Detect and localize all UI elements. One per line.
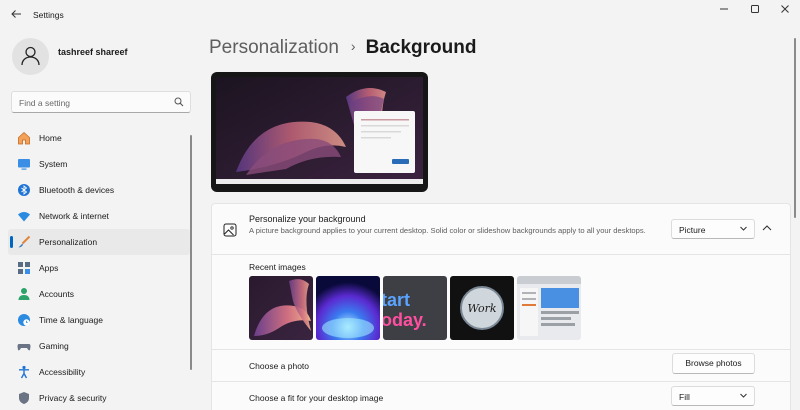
screenshot-image [517,276,581,340]
sidebar-item-time-language[interactable]: Time & language [8,307,190,333]
choose-photo-label: Choose a photo [249,361,310,371]
minimize-icon[interactable] [709,3,739,21]
blue-bloom-thumbnail[interactable] [316,276,380,340]
work-circle-thumbnail[interactable]: Work [450,276,514,340]
sidebar-item-network[interactable]: Network & internet [8,203,190,229]
image-icon [223,223,237,237]
sidebar-item-label: Privacy & security [39,393,107,403]
avatar[interactable] [12,38,49,75]
breadcrumb-parent[interactable]: Personalization [209,37,339,58]
card-description: A picture background applies to your cur… [249,226,646,235]
sidebar-item-accessibility[interactable]: Accessibility [8,359,190,385]
search-placeholder: Find a setting [19,98,71,108]
dropdown-value: Fill [679,392,690,402]
preview-window [354,111,415,173]
home-icon [18,131,30,145]
sidebar-item-system[interactable]: System [8,151,190,177]
sidebar-item-label: Accessibility [39,367,86,377]
sidebar-item-label: Time & language [39,315,103,325]
accessibility-icon [19,365,29,379]
search-input[interactable]: Find a setting [11,91,191,113]
card-title: Personalize your background [249,214,366,224]
bloom-dark-thumbnail[interactable] [249,276,313,340]
blue-bloom-image [316,276,380,340]
globe-clock-icon [18,314,30,326]
thumbnail-text: Work [467,302,496,315]
back-arrow-icon[interactable] [8,8,24,24]
chevron-down-icon [740,226,747,231]
thumbnail-text-bottom: oday. [383,310,427,330]
sidebar-item-label: Personalization [39,237,98,247]
main-scrollbar[interactable] [794,38,796,218]
apps-icon [18,262,30,274]
search-icon [174,97,184,107]
gamepad-icon [17,344,31,351]
shield-icon [19,392,29,404]
monitor-icon [18,159,30,170]
sidebar-item-bluetooth[interactable]: Bluetooth & devices [8,177,190,203]
sidebar-item-personalization[interactable]: Personalization [8,229,190,255]
wifi-icon [18,212,30,222]
sidebar-item-label: Home [39,133,62,143]
page-title: Background [365,37,477,58]
bluetooth-icon [18,184,30,196]
recent-images-label: Recent images [249,262,306,272]
sidebar-item-label: Gaming [39,341,69,351]
sidebar-item-label: System [39,159,68,169]
start-today-thumbnail[interactable]: tart oday. [383,276,447,340]
user-name: tashreef shareef [58,47,128,57]
choose-fit-row: Choose a fit for your desktop image Fill [211,382,791,410]
preview-window-content [361,119,409,164]
sidebar-item-privacy[interactable]: Privacy & security [8,385,190,410]
choose-photo-row: Choose a photo Browse photos [211,350,791,382]
active-indicator [10,236,13,248]
title-bar: Settings [0,0,800,32]
thumbnail-text-top: tart [383,290,410,310]
maximize-icon[interactable] [740,3,770,21]
preview-taskbar [216,179,423,184]
work-circle-image: Work [450,276,514,340]
sidebar-scrollbar[interactable] [190,135,192,370]
dropdown-value: Picture [679,225,706,235]
fit-dropdown[interactable]: Fill [671,386,755,406]
sidebar-nav: Home System Bluetooth & devices Network … [8,125,190,410]
recent-images-list: tart oday. Work [249,276,581,340]
brush-icon [18,235,31,248]
personalize-background-card[interactable]: Personalize your background A picture ba… [211,203,791,255]
desktop-preview [211,72,428,192]
breadcrumb: Personalization › Background [209,37,476,59]
sidebar-item-label: Network & internet [39,211,109,221]
chevron-down-icon [740,393,747,398]
sidebar-item-home[interactable]: Home [8,125,190,151]
breadcrumb-separator: › [350,38,356,54]
sidebar-item-gaming[interactable]: Gaming [8,333,190,359]
sidebar-item-label: Apps [39,263,59,273]
chevron-up-icon[interactable] [761,222,773,234]
sidebar-item-apps[interactable]: Apps [8,255,190,281]
sidebar-item-label: Bluetooth & devices [39,185,115,195]
start-today-image: tart oday. [383,276,447,340]
sidebar-item-accounts[interactable]: Accounts [8,281,190,307]
choose-fit-label: Choose a fit for your desktop image [249,393,384,403]
screenshot-thumbnail[interactable] [517,276,581,340]
browse-photos-button[interactable]: Browse photos [672,353,755,374]
app-title: Settings [33,10,64,20]
recent-images-section: Recent images tart oday. Work [211,255,791,350]
background-type-dropdown[interactable]: Picture [671,219,755,239]
bloom-dark-image [249,276,313,340]
sidebar-item-label: Accounts [39,289,74,299]
person-icon [18,288,30,300]
close-icon[interactable] [770,3,800,21]
person-icon [21,46,40,66]
